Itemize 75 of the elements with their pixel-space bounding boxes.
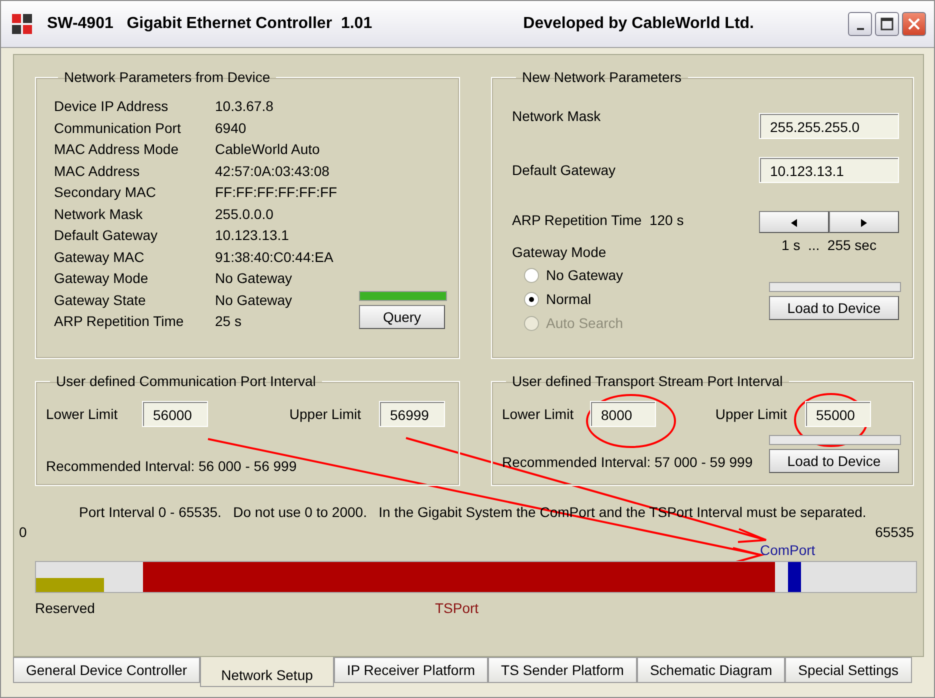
param-label: MAC Address	[54, 162, 141, 180]
tab[interactable]: IP Receiver Platform	[334, 657, 488, 683]
close-button[interactable]	[902, 12, 926, 36]
tab[interactable]: Special Settings	[785, 657, 912, 683]
load-to-device-button[interactable]: Load to Device	[769, 449, 899, 473]
upper-limit-label: Upper Limit	[289, 405, 362, 423]
group-title: New Network Parameters	[521, 69, 682, 85]
param-label: Gateway MAC	[54, 248, 146, 266]
increase-button[interactable]	[829, 211, 899, 233]
param-label: Gateway State	[54, 290, 147, 308]
decrease-button[interactable]	[759, 211, 829, 233]
port-min-label: 0	[19, 523, 27, 541]
param-value: 10.123.13.1	[215, 226, 290, 244]
minimize-button[interactable]	[848, 12, 872, 36]
param-label: MAC Address Mode	[54, 140, 180, 158]
param-label: Network Mask	[54, 204, 144, 222]
maximize-button[interactable]	[875, 12, 899, 36]
lower-limit-field[interactable]: 8000	[590, 401, 656, 427]
lower-limit-field[interactable]: 56000	[142, 401, 208, 427]
lower-limit-label: Lower Limit	[46, 405, 119, 423]
param-label: Secondary MAC	[54, 183, 157, 201]
minimize-icon	[856, 28, 864, 30]
query-button[interactable]: Query	[359, 305, 445, 329]
param-label: Gateway Mode	[54, 269, 150, 287]
network-mask-field[interactable]: 255.255.255.0	[759, 113, 899, 139]
param-value: 255.0.0.0	[215, 204, 274, 222]
group-title: User defined Communication Port Interval	[55, 373, 317, 389]
param-value: FF:FF:FF:FF:FF:FF	[215, 183, 338, 201]
recommended-interval: Recommended Interval: 56 000 - 56 999	[46, 457, 297, 475]
param-value: 25 s	[215, 312, 242, 330]
tab[interactable]: Network Setup	[200, 657, 334, 687]
gateway-mode-label: Gateway Mode	[512, 243, 608, 261]
upper-limit-field[interactable]: 55000	[805, 401, 871, 427]
default-gateway-field[interactable]: 10.123.13.1	[759, 157, 899, 183]
param-value: No Gateway	[215, 269, 294, 287]
recommended-interval: Recommended Interval: 57 000 - 59 999	[502, 453, 753, 471]
group-title: Network Parameters from Device	[63, 69, 272, 85]
window-title: SW-4901 Gigabit Ethernet Controller 1.01	[47, 15, 372, 33]
tab[interactable]: Schematic Diagram	[636, 657, 786, 683]
default-gateway-label: Default Gateway	[512, 161, 616, 179]
left-caret-icon	[791, 219, 797, 227]
comport-segment	[788, 562, 802, 592]
gateway-mode-radio[interactable]: No Gateway	[524, 263, 684, 287]
param-value: CableWorld Auto	[215, 140, 321, 158]
upper-limit-label: Upper Limit	[715, 405, 788, 423]
window-subtitle: Developed by CableWorld Ltd.	[523, 15, 754, 33]
param-value: No Gateway	[215, 290, 294, 308]
reserved-label: Reserved	[35, 599, 96, 617]
upper-limit-field[interactable]: 56999	[379, 401, 445, 427]
param-label: Device IP Address	[54, 97, 170, 115]
radio-dot[interactable]	[524, 292, 539, 306]
group-title: User defined Transport Stream Port Interval	[511, 373, 784, 389]
arp-repetition-label: ARP Repetition Time 120 s	[512, 211, 684, 229]
network-mask-label: Network Mask	[512, 107, 601, 125]
comport-label: ComPort	[760, 541, 816, 559]
right-caret-icon	[861, 219, 867, 227]
maximize-icon	[880, 17, 894, 31]
param-value: 10.3.67.8	[215, 97, 274, 115]
gateway-mode-radio[interactable]: Normal	[524, 287, 684, 311]
load-to-device-button[interactable]: Load to Device	[769, 296, 899, 320]
app-icon	[11, 13, 33, 35]
lower-limit-label: Lower Limit	[502, 405, 575, 423]
param-label: ARP Repetition Time	[54, 312, 185, 330]
param-value: 6940	[215, 118, 248, 136]
tsport-label: TSPort	[435, 599, 479, 617]
tab[interactable]: General Device Controller	[13, 657, 200, 683]
param-label: Default Gateway	[54, 226, 158, 244]
port-max-label: 65535	[875, 523, 914, 541]
close-icon	[907, 17, 921, 31]
tab[interactable]: TS Sender Platform	[488, 657, 637, 683]
param-value: 91:38:40:C0:44:EA	[215, 248, 334, 266]
param-label: Communication Port	[54, 118, 182, 136]
radio-dot[interactable]	[524, 268, 539, 282]
arp-range-label: 1 s ... 255 sec	[780, 236, 878, 254]
param-value: 42:57:0A:03:43:08	[215, 162, 330, 180]
